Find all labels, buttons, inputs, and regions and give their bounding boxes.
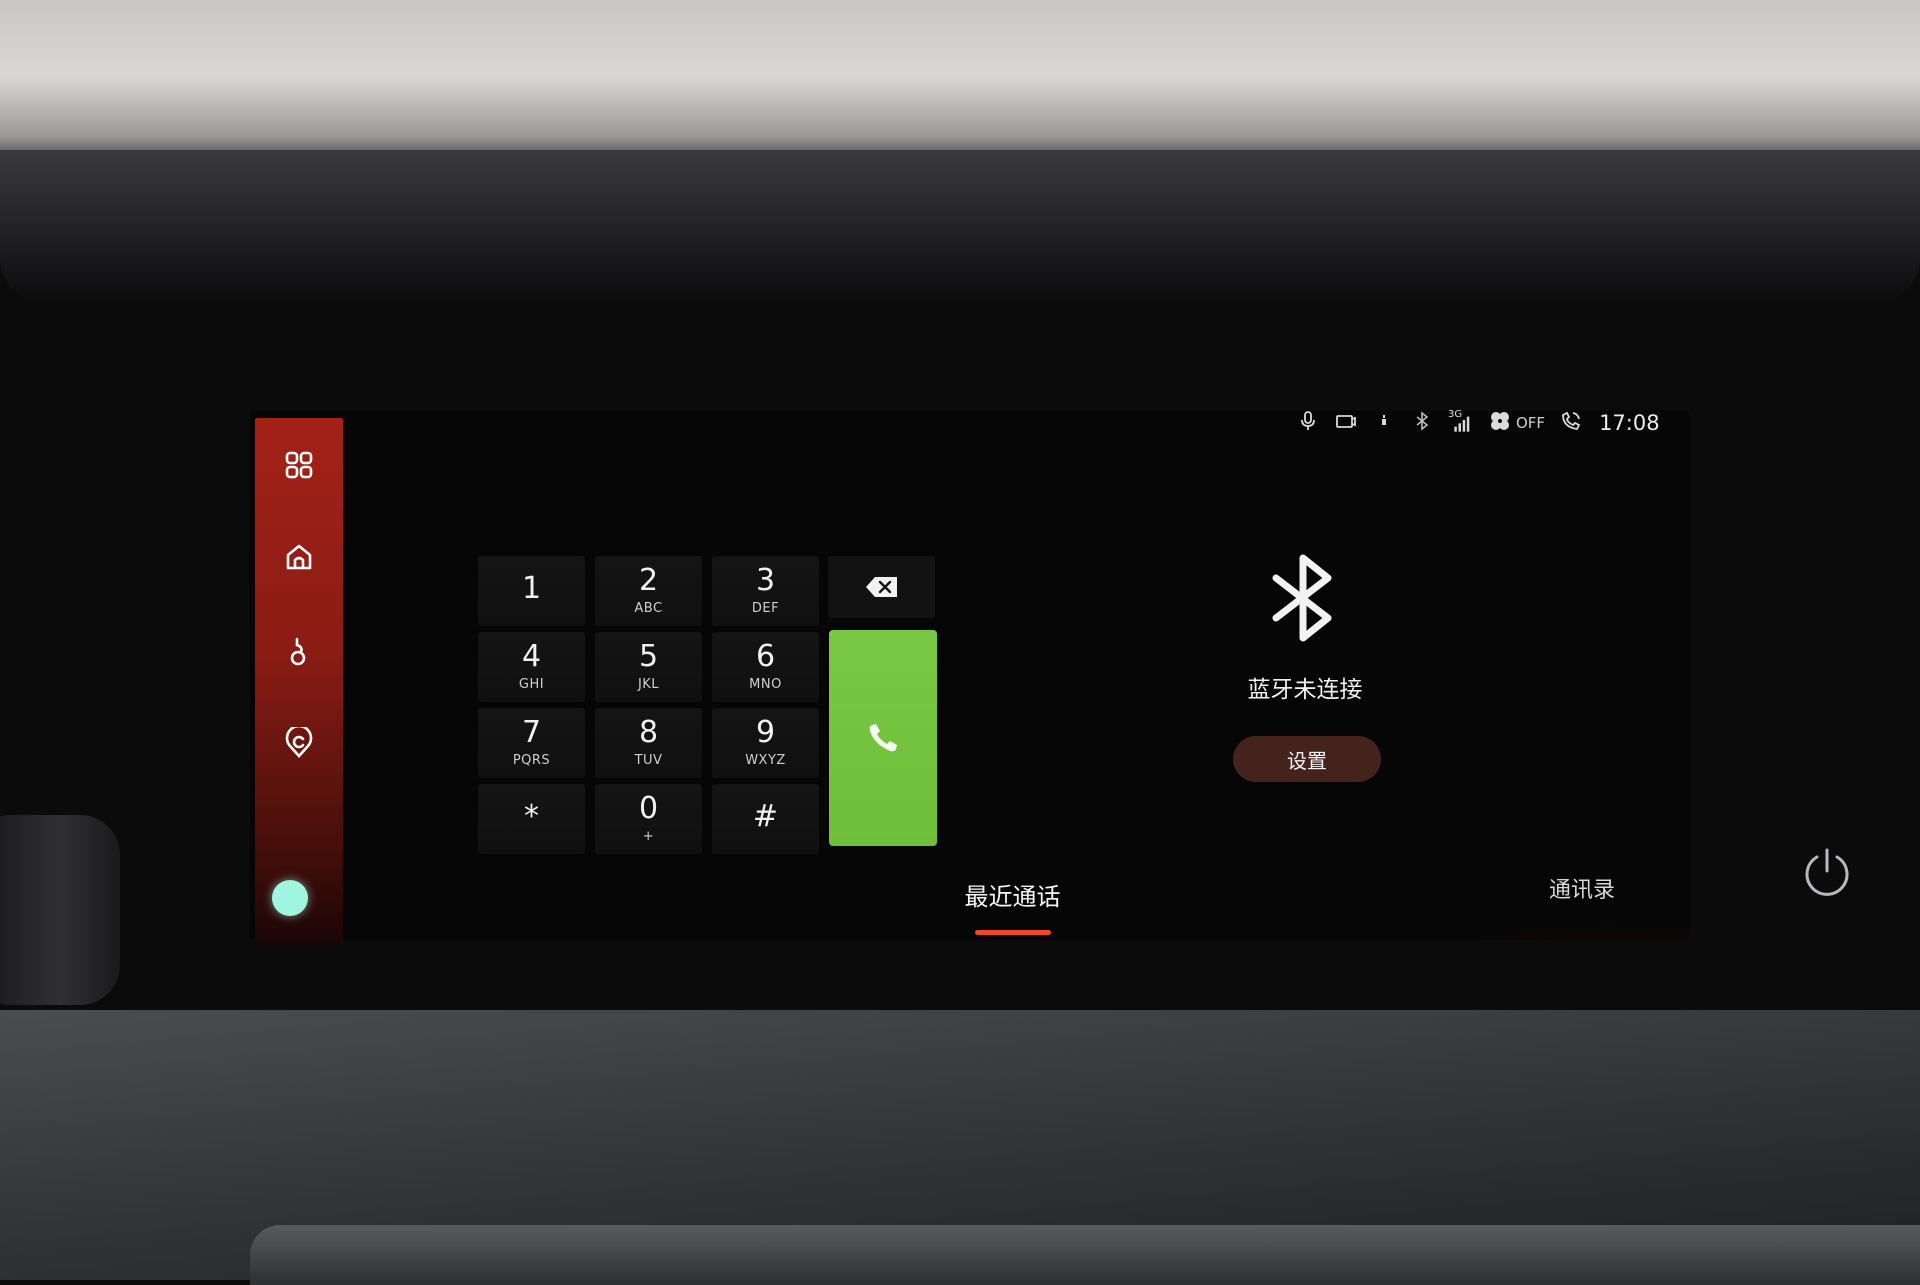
key-letters: +: [642, 829, 655, 844]
key-digit: 2: [638, 563, 659, 598]
tab-recent-calls[interactable]: 最近通话: [940, 877, 1085, 912]
infotainment-screen: [250, 410, 1690, 940]
home-icon[interactable]: [282, 540, 316, 574]
key-digit: 8: [638, 715, 659, 750]
call-button[interactable]: [829, 630, 937, 846]
cellular-3g-icon: 3G: [1448, 409, 1474, 435]
dial-keypad: 1 2 ABC 3 DEF 4 GHI 5 JKL 6 MNO 7 PQRS 8 TUV 9 W…: [478, 556, 819, 854]
key-digit: *: [524, 799, 539, 834]
bluetooth-large-icon: [1272, 554, 1332, 642]
key-5[interactable]: 5 JKL: [595, 632, 702, 702]
fan-state-label: OFF: [1516, 414, 1546, 432]
key-8[interactable]: 8 TUV: [595, 708, 702, 778]
key-digit: #: [752, 799, 779, 834]
key-letters: GHI: [518, 677, 545, 692]
camera-icon: [1334, 409, 1358, 438]
key-hash[interactable]: #: [712, 784, 819, 854]
fan-icon: [1488, 409, 1512, 438]
microphone-icon: [1296, 409, 1320, 438]
key-digit: 6: [755, 639, 776, 674]
bluetooth-settings-button[interactable]: 设置: [1233, 736, 1381, 782]
fan-status: OFF: [1488, 409, 1545, 438]
music-note-icon[interactable]: [282, 634, 316, 668]
key-2[interactable]: 2 ABC: [595, 556, 702, 626]
clock: 17:08: [1599, 411, 1660, 435]
key-6[interactable]: 6 MNO: [712, 632, 819, 702]
power-icon[interactable]: [1800, 845, 1854, 899]
apps-grid-icon[interactable]: [282, 448, 316, 482]
key-digit: 5: [638, 639, 659, 674]
key-letters: DEF: [751, 601, 780, 616]
key-letters: PQRS: [512, 753, 551, 768]
key-letters: TUV: [634, 753, 663, 768]
status-bar: 3G OFF 17:08: [1296, 406, 1676, 440]
key-4[interactable]: 4 GHI: [478, 632, 585, 702]
key-7[interactable]: 7 PQRS: [478, 708, 585, 778]
key-9[interactable]: 9 WXYZ: [712, 708, 819, 778]
key-3[interactable]: 3 DEF: [712, 556, 819, 626]
key-letters: MNO: [749, 677, 782, 692]
windshield-background: [0, 0, 1920, 170]
key-letters: WXYZ: [745, 753, 786, 768]
key-digit: 0: [638, 791, 659, 826]
backspace-icon: [865, 577, 897, 597]
sidebar: [255, 418, 343, 943]
bluetooth-status-text: 蓝牙未连接: [1247, 677, 1363, 703]
phone-icon: [869, 724, 897, 752]
key-digit: 9: [755, 715, 776, 750]
key-star[interactable]: *: [478, 784, 585, 854]
bluetooth-icon: [1410, 409, 1434, 438]
key-letters: ABC: [634, 601, 663, 616]
key-digit: 1: [521, 571, 542, 606]
active-tab-indicator: [975, 930, 1051, 935]
key-digit: 7: [521, 715, 542, 750]
tab-contacts[interactable]: 通讯录: [1532, 872, 1632, 904]
key-1[interactable]: 1: [478, 556, 585, 626]
signal-small-icon: [1372, 409, 1396, 438]
dashboard-hood: [0, 150, 1920, 300]
status-indicator-dot: [272, 880, 308, 916]
call-sync-icon: [1559, 409, 1583, 438]
key-letters: JKL: [637, 677, 660, 692]
backspace-button[interactable]: [828, 556, 935, 618]
dashboard-trim: [250, 1225, 1920, 1285]
location-pin-icon[interactable]: [282, 726, 316, 760]
key-0[interactable]: 0 +: [595, 784, 702, 854]
steering-column-trim: [0, 815, 120, 1005]
key-digit: 4: [521, 639, 542, 674]
key-digit: 3: [755, 563, 776, 598]
